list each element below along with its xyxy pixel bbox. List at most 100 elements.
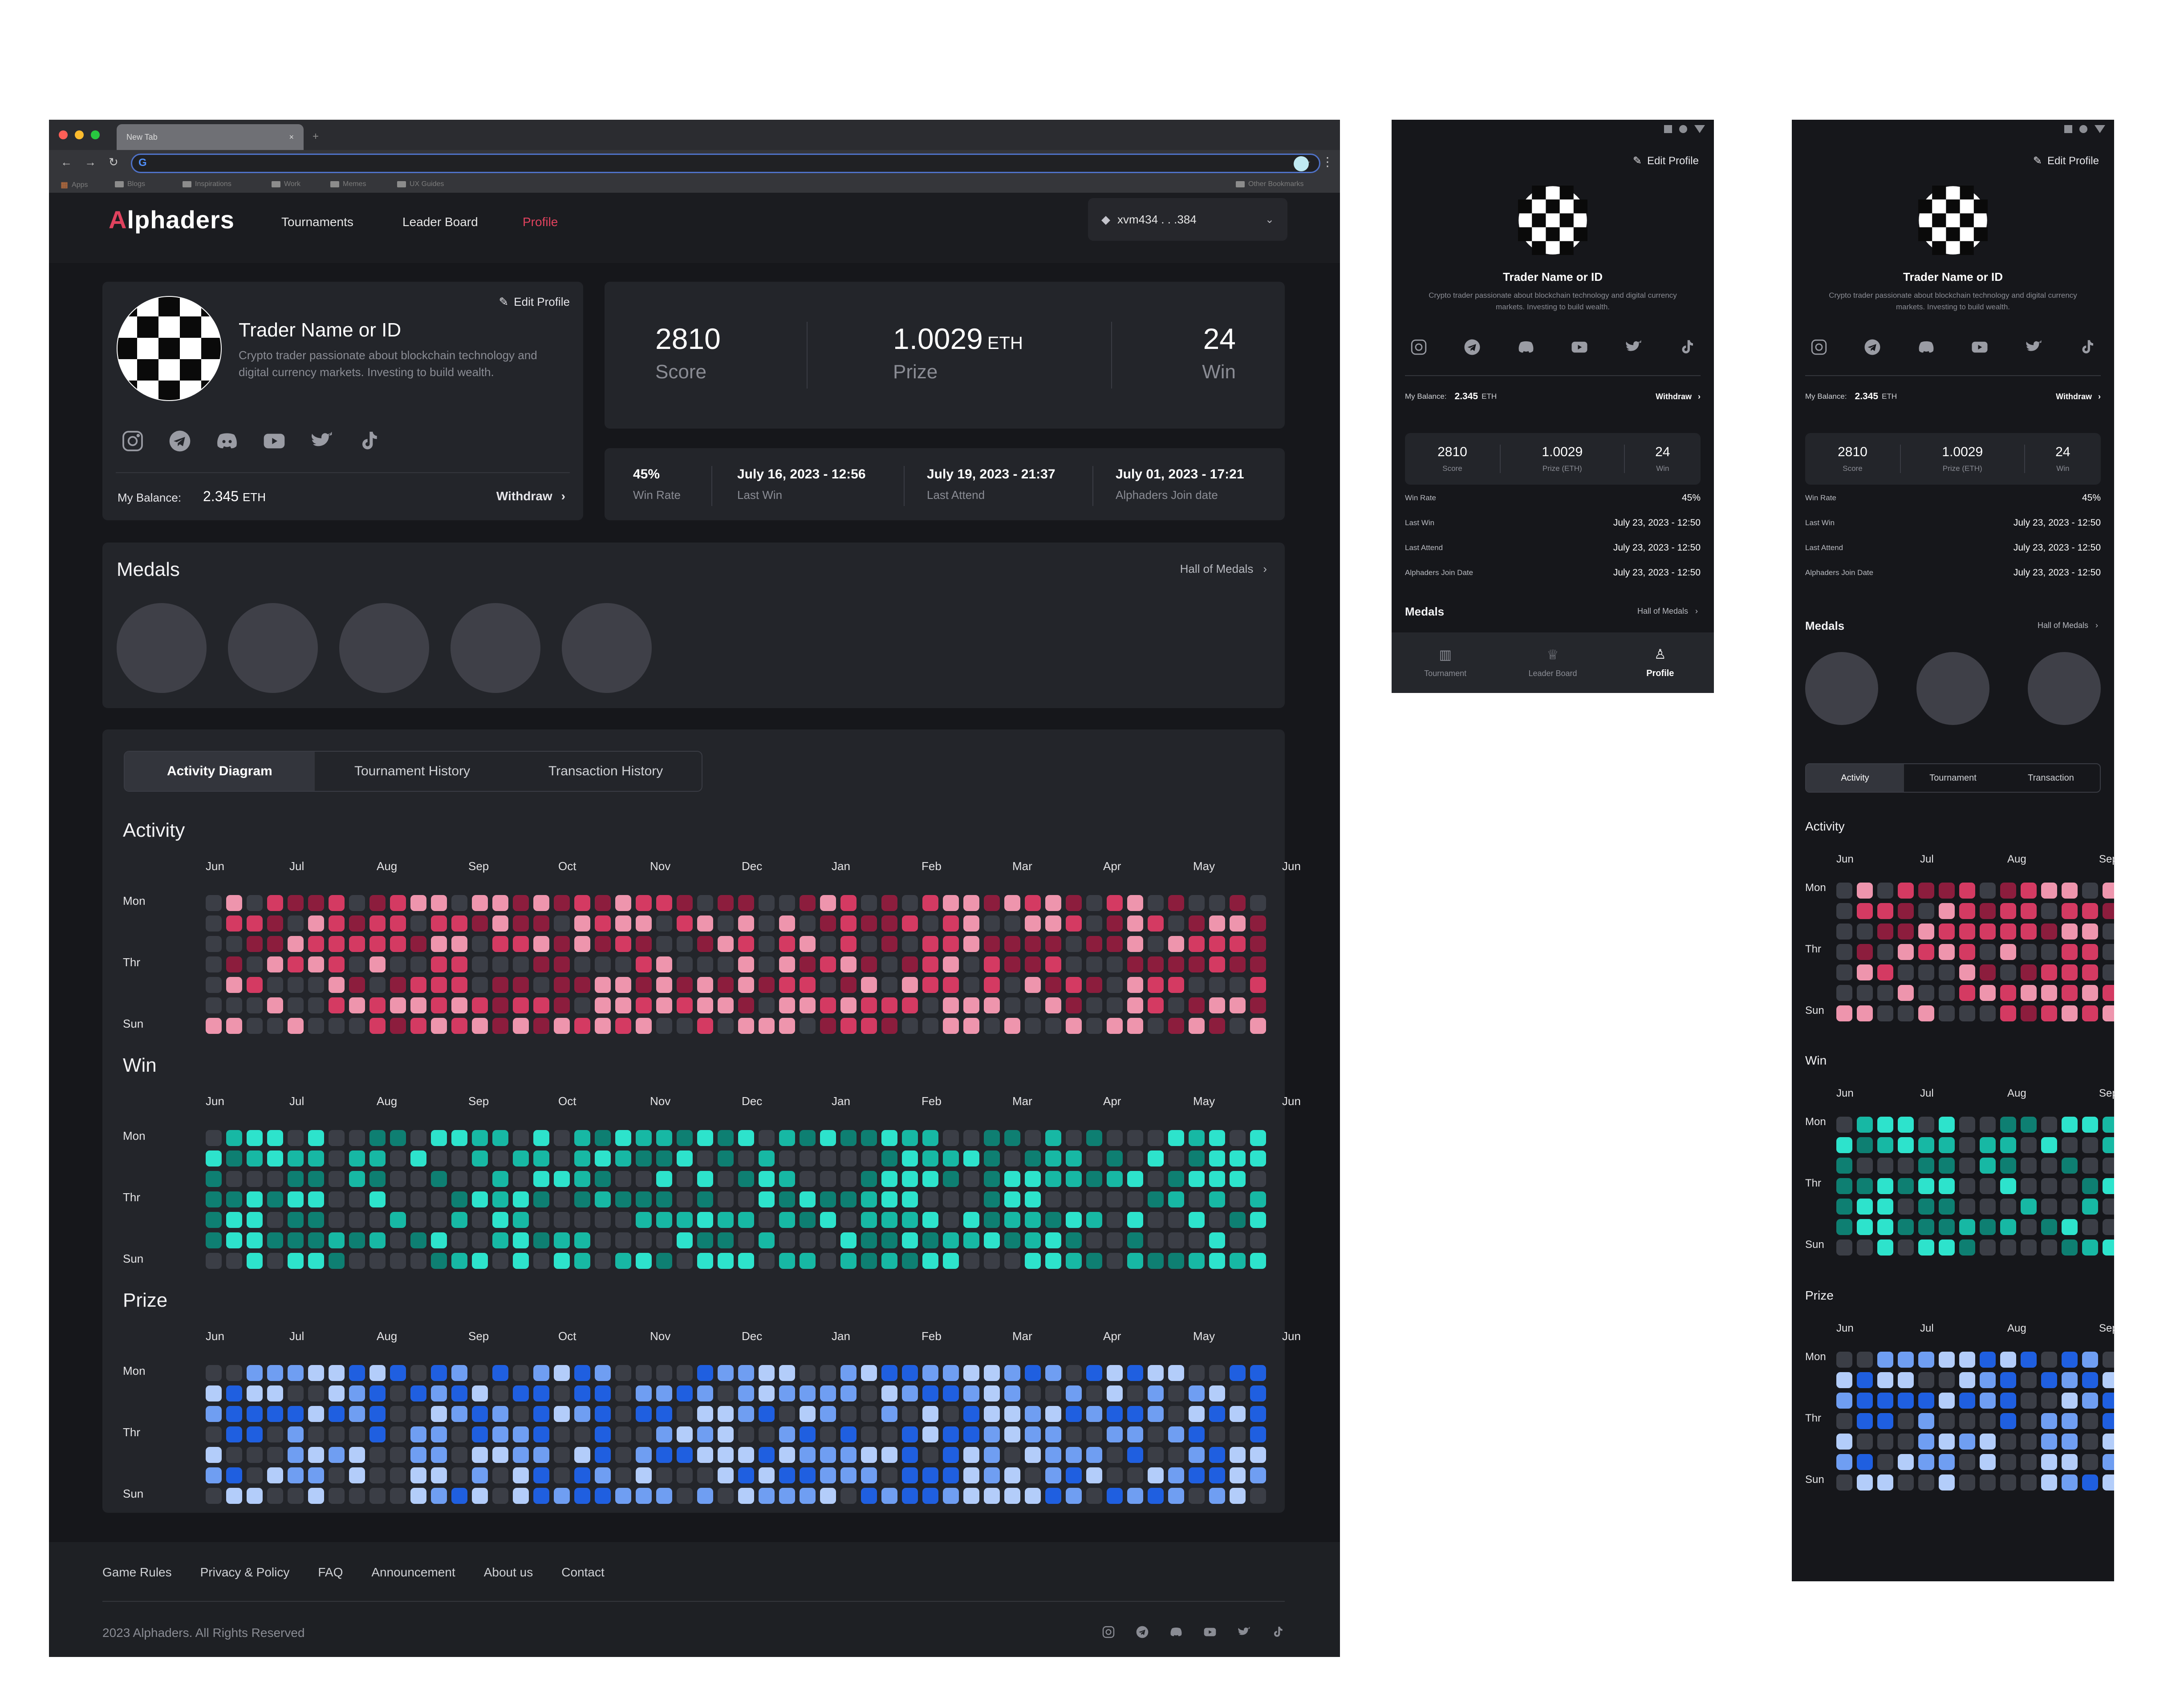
heatmap-cell[interactable] [881, 1488, 897, 1504]
heatmap-cell[interactable] [963, 1365, 979, 1381]
heatmap-cell[interactable] [2000, 964, 2016, 980]
heatmap-cell[interactable] [943, 1150, 959, 1167]
heatmap-cell[interactable] [840, 1212, 857, 1228]
heatmap-cell[interactable] [636, 1232, 652, 1248]
heatmap-cell[interactable] [451, 997, 467, 1013]
heatmap-cell[interactable] [738, 1150, 754, 1167]
heatmap-cell[interactable] [1107, 997, 1123, 1013]
heatmap-cell[interactable] [2103, 1352, 2114, 1368]
heatmap-cell[interactable] [697, 1171, 713, 1187]
heatmap-cell[interactable] [820, 1385, 836, 1401]
heatmap-cell[interactable] [451, 1467, 467, 1483]
heatmap-cell[interactable] [1148, 1150, 1164, 1167]
heatmap-cell[interactable] [1250, 1130, 1266, 1146]
heatmap-cell[interactable] [1980, 1454, 1996, 1470]
heatmap-cell[interactable] [1857, 1393, 1873, 1409]
heatmap-cell[interactable] [410, 1467, 426, 1483]
heatmap-cell[interactable] [247, 1212, 263, 1228]
heatmap-cell[interactable] [881, 977, 897, 993]
heatmap-cell[interactable] [288, 1150, 304, 1167]
heatmap-cell[interactable] [820, 1212, 836, 1228]
heatmap-cell[interactable] [288, 956, 304, 972]
withdraw-button[interactable]: Withdraw › [496, 489, 565, 503]
mobile-edit-profile-button[interactable]: ✎ Edit Profile [1633, 154, 1699, 167]
heatmap-cell[interactable] [1959, 1178, 1975, 1194]
heatmap-cell[interactable] [1939, 1413, 1955, 1429]
heatmap-cell[interactable] [267, 1406, 283, 1422]
heatmap-cell[interactable] [718, 1467, 734, 1483]
heatmap-cell[interactable] [779, 1426, 795, 1442]
heatmap-cell[interactable] [2103, 1454, 2114, 1470]
heatmap-cell[interactable] [1086, 1426, 1102, 1442]
heatmap-cell[interactable] [2103, 1137, 2114, 1153]
heatmap-cell[interactable] [349, 1488, 365, 1504]
heatmap-cell[interactable] [1127, 1365, 1143, 1381]
heatmap-cell[interactable] [1107, 1447, 1123, 1463]
heatmap-cell[interactable] [451, 1191, 467, 1207]
heatmap-cell[interactable] [779, 1406, 795, 1422]
heatmap-cell[interactable] [329, 915, 345, 932]
medal-slot[interactable] [117, 603, 207, 693]
heatmap-cell[interactable] [2021, 1137, 2037, 1153]
heatmap-cell[interactable] [1189, 1385, 1205, 1401]
heatmap-cell[interactable] [308, 1406, 324, 1422]
heatmap-cell[interactable] [554, 895, 570, 911]
heatmap-cell[interactable] [1086, 1447, 1102, 1463]
heatmap-cell[interactable] [1045, 1212, 1061, 1228]
heatmap-cell[interactable] [1004, 977, 1020, 993]
heatmap-cell[interactable] [308, 1253, 324, 1269]
heatmap-cell[interactable] [2103, 1117, 2114, 1133]
heatmap-cell[interactable] [1877, 985, 1893, 1001]
heatmap-cell[interactable] [574, 1365, 590, 1381]
heatmap-cell[interactable] [369, 1365, 386, 1381]
heatmap-cell[interactable] [922, 1130, 938, 1146]
heatmap-cell[interactable] [247, 1150, 263, 1167]
heatmap-cell[interactable] [2041, 1199, 2057, 1215]
heatmap-cell[interactable] [226, 1150, 242, 1167]
heatmap-cell[interactable] [390, 997, 406, 1013]
heatmap-cell[interactable] [902, 1426, 918, 1442]
heatmap-cell[interactable] [410, 1365, 426, 1381]
heatmap-cell[interactable] [738, 915, 754, 932]
heatmap-cell[interactable] [738, 1130, 754, 1146]
heatmap-cell[interactable] [329, 1191, 345, 1207]
heatmap-cell[interactable] [1959, 1239, 1975, 1256]
heatmap-cell[interactable] [308, 1488, 324, 1504]
heatmap-cell[interactable] [349, 1171, 365, 1187]
heatmap-cell[interactable] [1045, 1426, 1061, 1442]
heatmap-cell[interactable] [1980, 1413, 1996, 1429]
heatmap-cell[interactable] [615, 915, 631, 932]
heatmap-cell[interactable] [472, 977, 488, 993]
heatmap-cell[interactable] [1857, 1219, 1873, 1235]
heatmap-cell[interactable] [267, 1385, 283, 1401]
heatmap-cell[interactable] [329, 1426, 345, 1442]
heatmap-cell[interactable] [820, 1253, 836, 1269]
heatmap-cell[interactable] [513, 1018, 529, 1034]
heatmap-cell[interactable] [329, 956, 345, 972]
heatmap-cell[interactable] [574, 1447, 590, 1463]
heatmap-cell[interactable] [718, 936, 734, 952]
heatmap-cell[interactable] [840, 1406, 857, 1422]
heatmap-cell[interactable] [410, 915, 426, 932]
heatmap-cell[interactable] [1959, 964, 1975, 980]
heatmap-cell[interactable] [206, 1018, 222, 1034]
heatmap-cell[interactable] [922, 1191, 938, 1207]
heatmap-cell[interactable] [922, 1447, 938, 1463]
heatmap-cell[interactable] [1877, 1137, 1893, 1153]
heatmap-cell[interactable] [2000, 1137, 2016, 1153]
heatmap-cell[interactable] [1025, 1171, 1041, 1187]
heatmap-cell[interactable] [206, 997, 222, 1013]
heatmap-cell[interactable] [431, 997, 447, 1013]
heatmap-cell[interactable] [308, 1232, 324, 1248]
heatmap-cell[interactable] [1066, 1447, 1082, 1463]
heatmap-cell[interactable] [1127, 1426, 1143, 1442]
heatmap-cell[interactable] [902, 997, 918, 1013]
heatmap-cell[interactable] [226, 1018, 242, 1034]
heatmap-cell[interactable] [554, 1212, 570, 1228]
heatmap-cell[interactable] [1836, 1117, 1852, 1133]
heatmap-cell[interactable] [1168, 1467, 1184, 1483]
heatmap-cell[interactable] [390, 1253, 406, 1269]
heatmap-cell[interactable] [574, 1232, 590, 1248]
heatmap-cell[interactable] [881, 1426, 897, 1442]
heatmap-cell[interactable] [800, 1018, 816, 1034]
